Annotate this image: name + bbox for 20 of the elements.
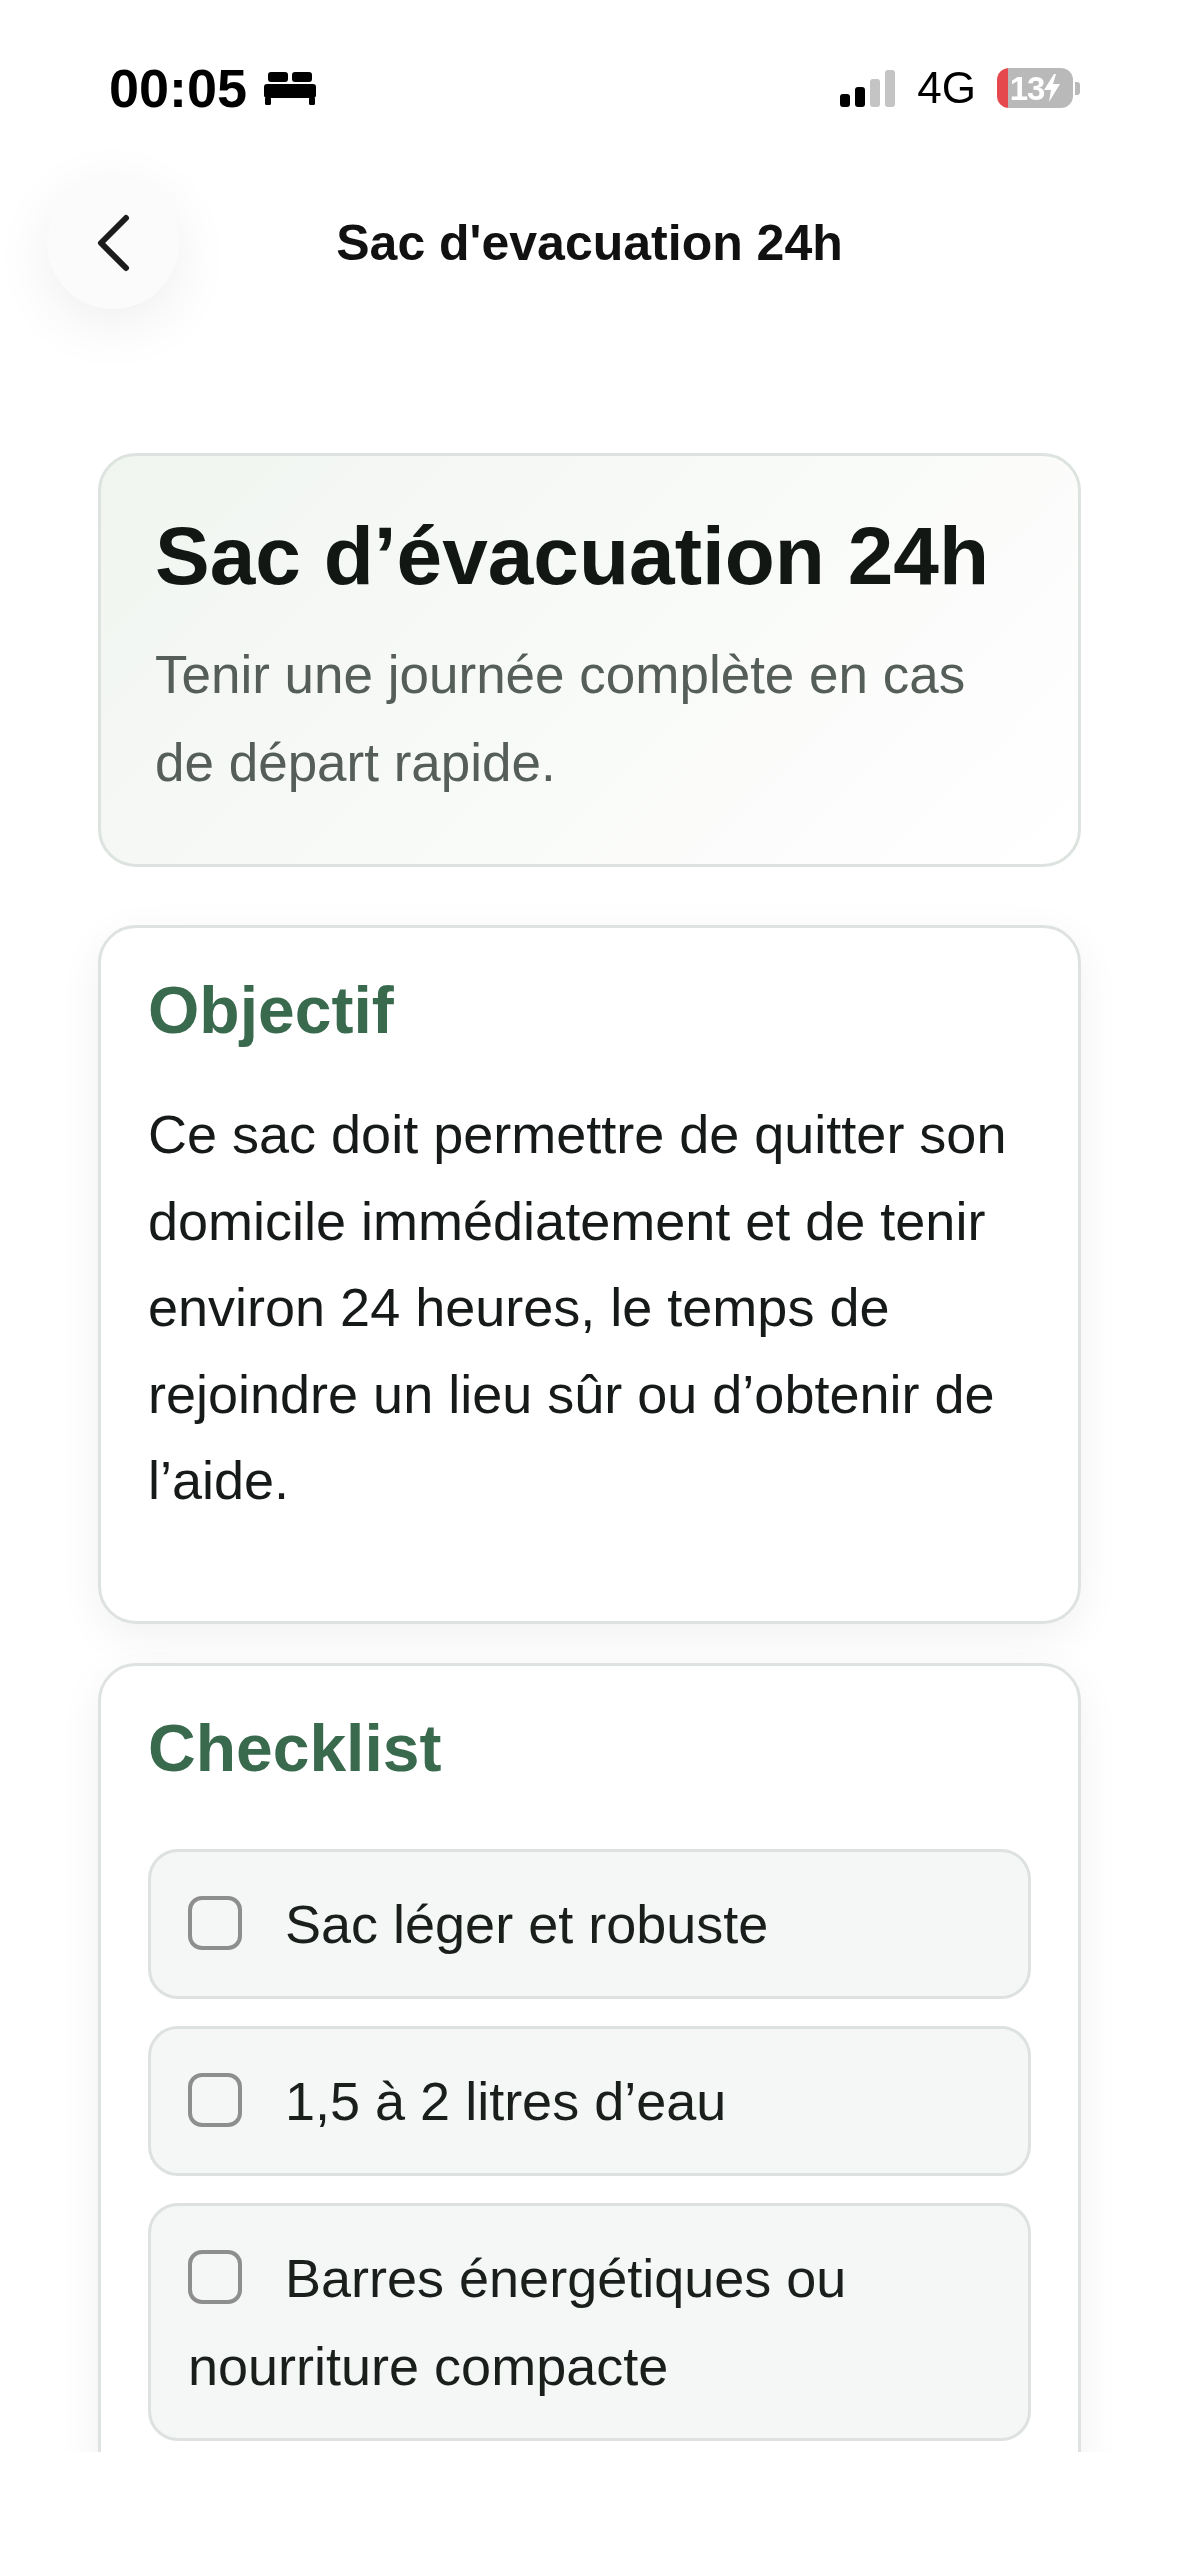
status-time: 00:05 xyxy=(109,61,248,115)
signal-strength-icon xyxy=(840,69,897,107)
hero-subtitle: Tenir une journée complète en cas de départ rapide. xyxy=(155,644,967,794)
checkbox[interactable] xyxy=(188,2249,242,2304)
checklist-item[interactable]: Barres énergétiques ou nourriture compacte xyxy=(148,2202,1031,2441)
network-type: 4G xyxy=(917,66,976,110)
checklist-item[interactable]: Sac léger et robuste xyxy=(148,1848,1031,1999)
page-title: Sac d'evacuation 24h xyxy=(336,214,843,273)
charging-bolt-icon xyxy=(1044,74,1061,102)
battery-tip-icon xyxy=(1075,81,1080,95)
battery-percentage: 13 xyxy=(1009,71,1045,105)
bed-icon xyxy=(264,71,317,105)
section-heading: Checklist xyxy=(148,1709,443,1787)
section-heading: Objectif xyxy=(148,972,395,1049)
checklist-item[interactable]: 1,5 à 2 litres d’eau xyxy=(148,2025,1031,2176)
section-body: Ce sac doit permettre de quitter son domicile immédiatement et de tenir environ 24 heures, le temps de rejoindre un lieu sûr ou d’obtenir de l’aide. xyxy=(148,1103,1008,1512)
hero-title: Sac d’évacuation 24h xyxy=(155,509,990,603)
chevron-left-icon xyxy=(95,214,131,272)
checkbox[interactable] xyxy=(188,1895,242,1950)
checkbox[interactable] xyxy=(188,2072,242,2127)
